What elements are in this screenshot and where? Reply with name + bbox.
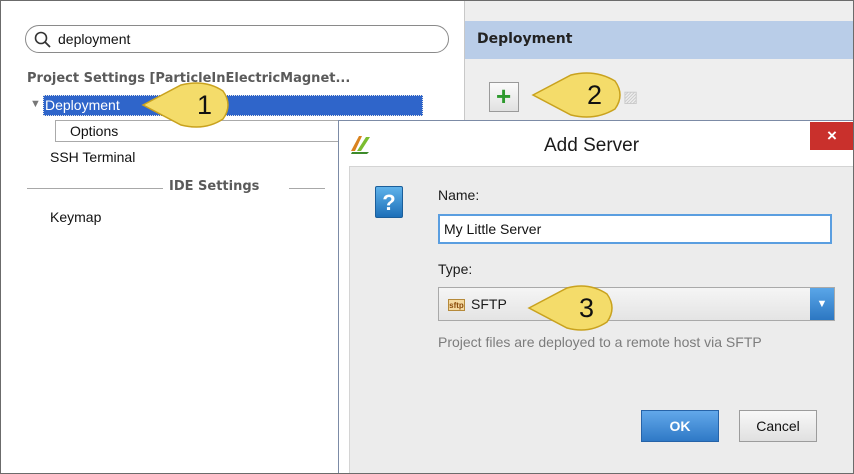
tree-item-label: Options: [70, 123, 119, 139]
search-box[interactable]: [25, 25, 449, 53]
callout-1: 1: [141, 81, 233, 129]
type-selected-value: SFTP: [471, 296, 507, 312]
callout-number: 1: [197, 90, 213, 120]
question-icon: ?: [375, 186, 403, 218]
callout-number: 3: [579, 293, 595, 323]
ide-settings-separator: IDE Settings: [27, 179, 327, 197]
server-type-select[interactable]: sftp SFTP ▼: [438, 287, 835, 321]
close-button[interactable]: ×: [810, 122, 853, 150]
app-logo-icon: [351, 136, 370, 154]
plus-icon: +: [496, 81, 512, 111]
type-hint-text: Project files are deployed to a remote h…: [438, 334, 762, 350]
callout-number: 2: [587, 80, 603, 110]
sftp-icon: sftp: [448, 299, 465, 311]
ok-button[interactable]: OK: [641, 410, 719, 442]
cancel-button[interactable]: Cancel: [739, 410, 817, 442]
expand-arrow-icon[interactable]: ▼: [30, 98, 41, 110]
panel-title: Deployment: [477, 31, 573, 47]
tree-item-ssh-terminal[interactable]: SSH Terminal: [50, 149, 135, 165]
dialog-titlebar: Add Server ×: [339, 121, 853, 166]
add-server-button[interactable]: +: [489, 81, 519, 112]
close-icon: ×: [827, 126, 837, 145]
tree-item-label: Deployment: [45, 97, 120, 113]
callout-shape: [141, 82, 229, 128]
separator-line: [289, 188, 325, 189]
callout-3: 3: [527, 284, 617, 332]
settings-window: Project Settings [ParticleInElectricMagn…: [0, 0, 854, 474]
callout-shape: [527, 285, 613, 331]
dialog-title: Add Server: [544, 135, 640, 156]
ide-settings-label: IDE Settings: [169, 179, 260, 194]
search-input[interactable]: [58, 29, 438, 49]
separator-line: [27, 188, 163, 189]
disabled-toolbar-icon: ▨: [623, 89, 639, 106]
callout-2: 2: [531, 71, 625, 119]
search-icon: [34, 31, 51, 48]
server-name-input[interactable]: [438, 214, 832, 244]
name-label: Name:: [438, 187, 480, 203]
tree-item-keymap[interactable]: Keymap: [50, 209, 101, 225]
type-label: Type:: [438, 261, 473, 277]
callout-shape: [531, 72, 621, 118]
chevron-down-icon[interactable]: ▼: [810, 288, 834, 320]
deployment-panel-header: Deployment: [465, 21, 853, 59]
